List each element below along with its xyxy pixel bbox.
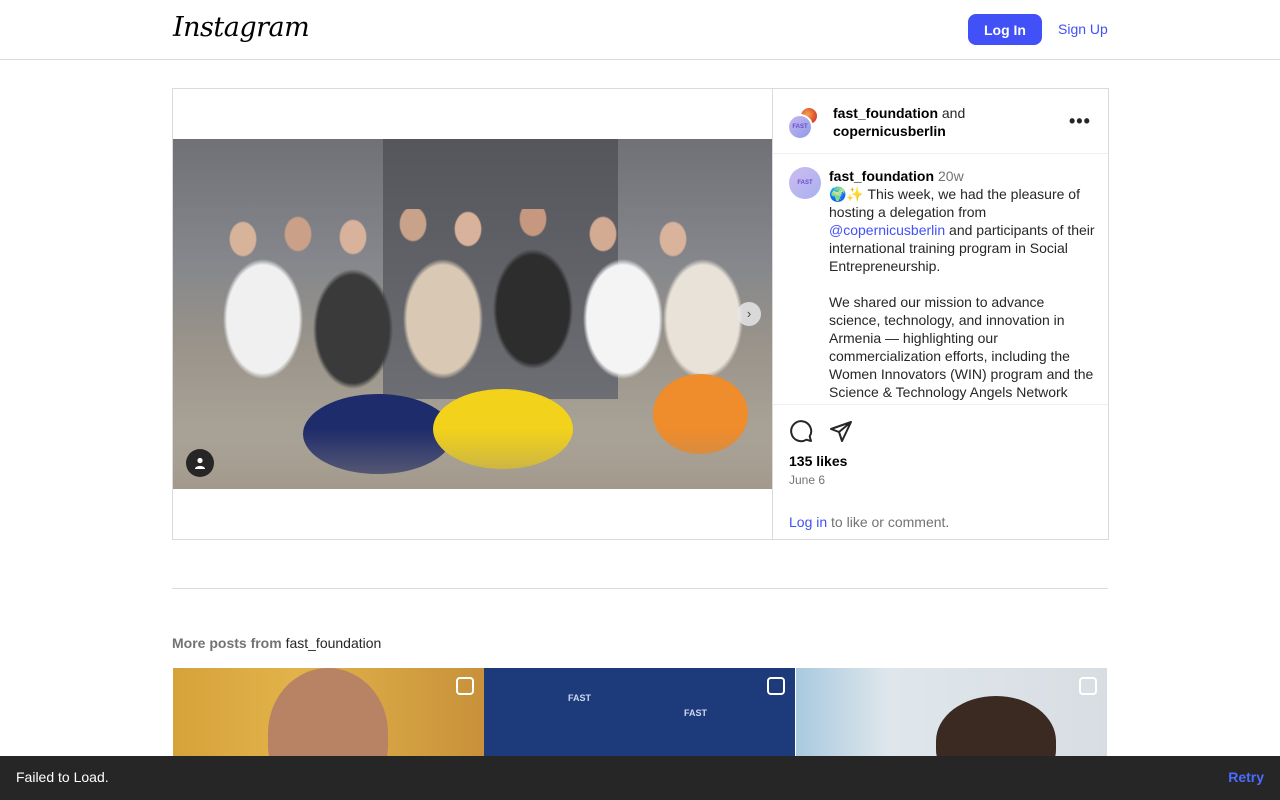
post-photo[interactable]: › xyxy=(173,139,772,489)
tile-photo xyxy=(936,696,1056,758)
post-authors: fast_foundation and copernicusberlin xyxy=(833,104,965,140)
caption-body: fast_foundation 20w 🌍✨ This week, we had … xyxy=(829,167,1095,401)
carousel-icon xyxy=(767,677,785,695)
top-bar: Instagram Log In Sign Up xyxy=(0,0,1280,60)
signup-link[interactable]: Sign Up xyxy=(1052,14,1114,45)
next-image-icon[interactable]: › xyxy=(737,302,761,326)
section-divider xyxy=(172,588,1108,589)
tile-photo xyxy=(268,668,388,758)
caption-time: 20w xyxy=(938,168,964,184)
grid-post[interactable] xyxy=(173,668,484,758)
login-button[interactable]: Log In xyxy=(968,14,1042,45)
collaborator-username[interactable]: copernicusberlin xyxy=(833,123,946,139)
avatar: FAST xyxy=(787,114,813,140)
grid-post[interactable]: FAST FAST xyxy=(484,668,795,758)
login-link[interactable]: Log in xyxy=(789,514,827,530)
retry-button[interactable]: Retry xyxy=(1228,769,1264,785)
mention-link[interactable]: @copernicusberlin xyxy=(829,222,945,238)
error-toast: Failed to Load. Retry xyxy=(0,756,1280,800)
more-posts-heading: More posts from fast_foundation xyxy=(172,635,381,651)
tile-logo: FAST xyxy=(568,693,592,703)
reel-icon xyxy=(1079,677,1097,695)
reel-icon xyxy=(456,677,474,695)
post-media: › xyxy=(173,89,773,539)
more-posts-user[interactable]: fast_foundation xyxy=(286,635,382,651)
caption-text: 🌍✨ This week, we had the pleasure of hos… xyxy=(829,186,1080,220)
comment-icon[interactable] xyxy=(789,419,813,443)
likes-count[interactable]: 135 likes xyxy=(789,453,847,469)
login-prompt-text: to like or comment. xyxy=(831,514,950,530)
photo-floor xyxy=(173,429,772,489)
grid-post[interactable] xyxy=(796,668,1107,758)
share-icon[interactable] xyxy=(829,419,853,443)
collab-avatars[interactable]: FAST xyxy=(787,106,823,142)
post-date: June 6 xyxy=(789,473,826,487)
caption-username[interactable]: fast_foundation xyxy=(829,168,934,184)
toast-message: Failed to Load. xyxy=(16,769,109,785)
post-caption: FAST fast_foundation 20w 🌍✨ This week, we… xyxy=(773,154,1108,404)
more-posts-label: More posts from xyxy=(172,635,282,651)
more-options-icon[interactable]: ••• xyxy=(1069,111,1091,132)
post-card: › FAST fast_foundation and copernicusber… xyxy=(172,88,1109,540)
post-actions: 135 likes June 6 Log in to like or comme… xyxy=(773,404,1108,539)
authors-joiner: and xyxy=(941,105,966,121)
post-header: FAST fast_foundation and copernicusberli… xyxy=(773,89,1108,154)
login-prompt: Log in to like or comment. xyxy=(789,514,949,530)
avatar[interactable]: FAST xyxy=(789,167,821,199)
post-sidebar: FAST fast_foundation and copernicusberli… xyxy=(773,89,1108,539)
owner-username[interactable]: fast_foundation xyxy=(833,105,938,121)
instagram-logo[interactable]: Instagram xyxy=(173,12,310,43)
user-tag-icon[interactable] xyxy=(186,449,214,477)
caption-text: We shared our mission to advance science… xyxy=(829,294,1094,400)
tile-logo: FAST xyxy=(684,708,708,718)
more-posts-grid: FAST FAST xyxy=(172,668,1108,758)
